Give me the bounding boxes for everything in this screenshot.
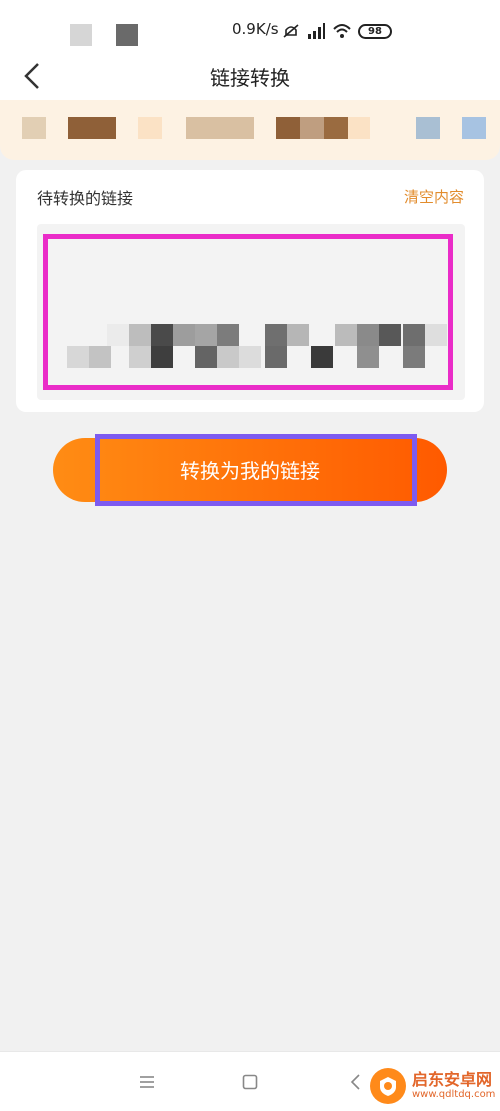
status-notification-icon [70, 24, 92, 46]
pixelated-link-text [403, 324, 425, 346]
watermark-logo [370, 1068, 406, 1104]
pixelated-link-text [425, 324, 447, 346]
pixelated-link-text [67, 346, 89, 368]
watermark-name: 启东安卓网 [412, 1070, 493, 1089]
banner-image [324, 117, 348, 139]
pixelated-link-text [239, 346, 261, 368]
pixelated-link-text [403, 346, 425, 368]
banner-image [348, 117, 370, 139]
pixelated-link-text [311, 346, 333, 368]
pixelated-link-text [107, 324, 129, 346]
card-label: 待转换的链接 [37, 189, 134, 208]
status-bar: 0.9K/s 98 [0, 0, 500, 50]
link-input[interactable] [37, 224, 465, 400]
battery-icon: 98 [358, 23, 392, 39]
pixelated-link-text [217, 324, 239, 346]
pixelated-link-text [129, 324, 151, 346]
system-back-button[interactable] [343, 1070, 367, 1094]
banner-image [300, 117, 324, 139]
pixelated-link-text [173, 324, 195, 346]
pixelated-link-text [129, 346, 151, 368]
banner-image [138, 117, 162, 139]
shield-icon [380, 1077, 396, 1096]
pixelated-link-text [217, 346, 239, 368]
pixelated-link-text [287, 324, 309, 346]
status-notification-icon [116, 24, 138, 46]
menu-icon [140, 1076, 154, 1088]
pixelated-link-text [195, 324, 217, 346]
pixelated-link-text [195, 346, 217, 368]
pixelated-link-text [357, 324, 379, 346]
square-icon [242, 1074, 258, 1090]
banner-image [68, 117, 116, 139]
banner[interactable] [0, 100, 500, 160]
page-title: 链接转换 [210, 66, 290, 90]
watermark: 启东安卓网 www.qdltdq.com [370, 1068, 495, 1104]
pixelated-link-text [151, 346, 173, 368]
banner-image [416, 117, 440, 139]
link-card: 待转换的链接 清空内容 [16, 170, 484, 412]
signal-icon [308, 23, 325, 39]
wifi-icon [333, 24, 351, 38]
nav-bar: 链接转换 [0, 50, 500, 100]
network-speed: 0.9K/s [232, 20, 279, 38]
pixelated-link-text [379, 324, 401, 346]
menu-button[interactable] [135, 1070, 159, 1094]
banner-image [462, 117, 486, 139]
mute-icon [283, 24, 299, 38]
home-button[interactable] [238, 1070, 262, 1094]
pixelated-link-text [265, 324, 287, 346]
banner-image [276, 117, 300, 139]
pixelated-link-text [151, 324, 173, 346]
banner-image [22, 117, 46, 139]
clear-content-button[interactable]: 清空内容 [404, 186, 464, 207]
pixelated-link-text [335, 324, 357, 346]
banner-image [186, 117, 254, 139]
watermark-url: www.qdltdq.com [412, 1089, 496, 1100]
pixelated-link-text [357, 346, 379, 368]
pixelated-link-text [89, 346, 111, 368]
chevron-left-icon [350, 1074, 360, 1090]
pixelated-link-text [265, 346, 287, 368]
convert-button-highlight [95, 434, 417, 506]
